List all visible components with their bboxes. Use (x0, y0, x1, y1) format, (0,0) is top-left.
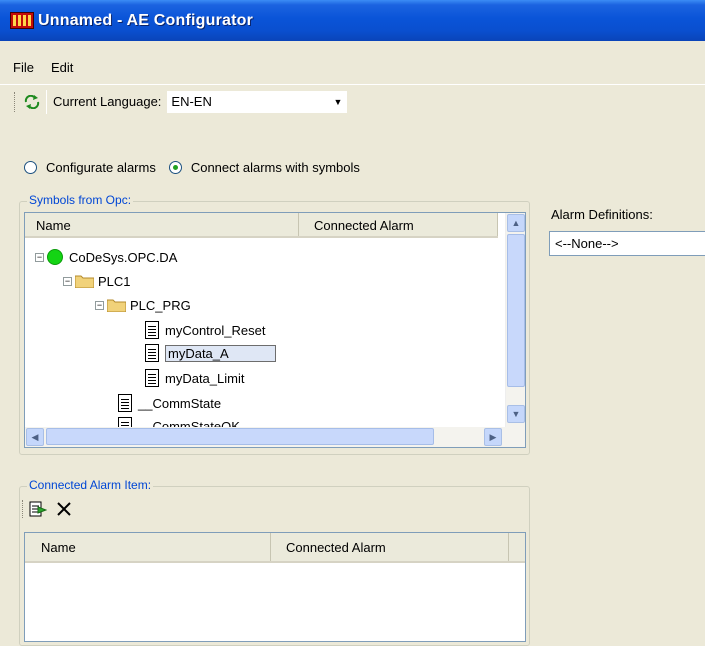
column-name[interactable]: Name (25, 213, 299, 236)
folder-icon (75, 275, 94, 288)
connected-alarm-group-title: Connected Alarm Item: (27, 478, 154, 492)
toolbar-grip[interactable] (22, 500, 25, 518)
menu-edit[interactable]: Edit (46, 60, 85, 75)
column-connected-alarm[interactable]: Connected Alarm (299, 213, 498, 236)
variable-icon (118, 394, 132, 412)
menu-bar: File Edit (0, 56, 705, 78)
tree-node-mycontrol-reset[interactable]: myControl_Reset (145, 320, 265, 340)
tree-vertical-scrollbar[interactable]: ▲ ▼ (505, 213, 525, 427)
menu-file[interactable]: File (8, 60, 46, 75)
scroll-left-icon[interactable]: ◀ (26, 428, 44, 446)
tree-node-label: CoDeSys.OPC.DA (69, 249, 178, 265)
connected-alarm-column-header: Name Connected Alarm (25, 533, 525, 563)
connected-alarm-toolbar (22, 500, 73, 518)
delete-icon[interactable] (55, 500, 73, 518)
current-language-label: Current Language: (53, 94, 162, 109)
symbols-tree[interactable]: Name Connected Alarm − CoDeSys.OPC.DA − … (24, 212, 526, 448)
tree-node-commstate[interactable]: __CommState (118, 393, 221, 413)
collapse-icon[interactable]: − (95, 300, 104, 310)
radio-connect-alarms-label[interactable]: Connect alarms with symbols (191, 160, 360, 175)
column-name[interactable]: Name (25, 533, 271, 561)
language-toolbar: Current Language: EN-EN ▼ (0, 84, 705, 118)
refresh-icon[interactable] (23, 93, 41, 111)
variable-icon (145, 369, 159, 387)
tree-node-label: myData_Limit (165, 370, 245, 386)
collapse-icon[interactable]: − (63, 276, 72, 286)
variable-icon (145, 344, 159, 362)
alarm-definitions-list[interactable]: <--None--> (549, 231, 705, 256)
tree-node-mydata-a[interactable]: myData_A (145, 343, 276, 363)
toolbar-grip[interactable] (14, 91, 17, 112)
radio-connect-alarms[interactable] (168, 161, 182, 174)
language-value: EN-EN (171, 94, 212, 109)
app-icon (10, 12, 34, 29)
connected-alarm-list[interactable]: Name Connected Alarm (24, 532, 526, 642)
server-icon (47, 249, 63, 265)
scroll-thumb-horizontal[interactable] (46, 428, 434, 445)
variable-icon (145, 321, 159, 339)
title-bar: Unnamed - AE Configurator (0, 0, 705, 41)
language-dropdown[interactable]: EN-EN ▼ (167, 90, 348, 113)
folder-icon (107, 299, 126, 312)
column-connected-alarm[interactable]: Connected Alarm (271, 533, 509, 561)
symbols-column-header: Name Connected Alarm (25, 213, 498, 238)
symbols-group-title: Symbols from Opc: (27, 193, 134, 207)
toolbar-separator (46, 89, 47, 114)
chevron-down-icon[interactable]: ▼ (334, 97, 343, 107)
tree-node-label: PLC1 (98, 273, 131, 289)
scroll-thumb[interactable] (507, 234, 525, 387)
radio-configurate-alarms-label[interactable]: Configurate alarms (46, 160, 156, 175)
scroll-up-icon[interactable]: ▲ (507, 214, 525, 232)
tree-node-label: PLC_PRG (130, 297, 191, 313)
tree-node-label: myControl_Reset (165, 322, 266, 338)
tree-horizontal-scrollbar[interactable]: ◀ ▶ (25, 427, 525, 447)
collapse-icon[interactable]: − (35, 252, 44, 262)
add-alarm-icon[interactable] (29, 500, 47, 518)
scroll-down-icon[interactable]: ▼ (507, 405, 525, 423)
window-title: Unnamed - AE Configurator (38, 11, 254, 29)
tree-node-plc-prg[interactable]: − PLC_PRG (95, 295, 191, 315)
tree-node-mydata-limit[interactable]: myData_Limit (145, 368, 244, 388)
tree-node-plc1[interactable]: − PLC1 (63, 271, 131, 291)
tree-node-label: __CommState (138, 395, 222, 411)
alarm-definitions-label: Alarm Definitions: (551, 207, 653, 222)
radio-configurate-alarms[interactable] (24, 161, 37, 174)
tree-node-server[interactable]: − CoDeSys.OPC.DA (35, 247, 177, 267)
mode-selector: Configurate alarms Connect alarms with s… (24, 160, 373, 175)
scroll-right-icon[interactable]: ▶ (484, 428, 502, 446)
tree-node-label-selected: myData_A (165, 344, 276, 362)
